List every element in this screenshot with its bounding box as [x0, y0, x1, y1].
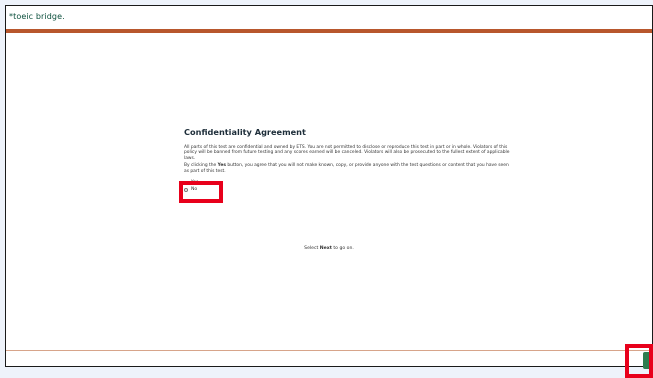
agreement-panel: Confidentiality Agreement All parts of t…: [184, 127, 514, 193]
next-instruction-pre: Select: [304, 246, 320, 251]
logo-text: toeic bridge.: [13, 12, 65, 21]
agreement-title: Confidentiality Agreement: [184, 127, 306, 137]
next-instruction-bold: Next: [319, 246, 332, 251]
test-window: *toeic bridge. Confidentiality Agreement…: [5, 5, 653, 367]
next-instruction-post: to go on.: [331, 246, 354, 251]
header-divider: [6, 29, 652, 33]
paragraph-2-pre: By clicking the: [184, 163, 218, 169]
next-instruction: Select Next to go on.: [6, 246, 652, 251]
paragraph-2-bold: Yes: [217, 163, 226, 169]
radio-no[interactable]: No: [184, 186, 514, 193]
top-bar: *toeic bridge.: [6, 6, 652, 29]
radio-no-circle[interactable]: [184, 187, 188, 192]
next-button[interactable]: [643, 352, 653, 369]
radio-yes-label: Yes: [191, 180, 199, 186]
radio-yes-circle[interactable]: [184, 180, 188, 185]
radio-no-label: No: [191, 187, 198, 193]
agreement-paragraph-2: By clicking the Yes button, you agree th…: [184, 163, 514, 174]
footer-divider: [6, 350, 652, 351]
toeic-bridge-logo: *toeic bridge.: [9, 12, 65, 21]
paragraph-2-post: button, you agree that you will not make…: [184, 163, 509, 174]
agreement-paragraph-1: All parts of this test are confidential …: [184, 145, 510, 161]
radio-yes[interactable]: Yes: [184, 179, 514, 186]
agreement-options: Yes No: [184, 179, 514, 193]
